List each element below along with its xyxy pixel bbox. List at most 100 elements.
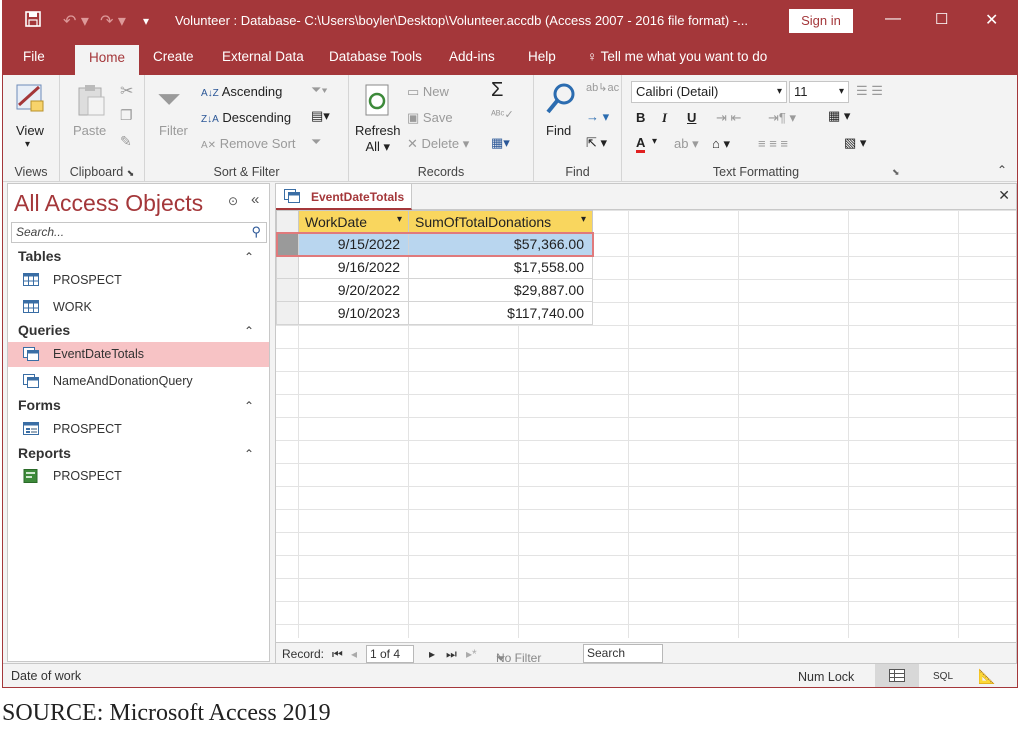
collapse-reports-icon[interactable]: ⌃	[244, 447, 254, 461]
tab-external-data[interactable]: External Data	[222, 49, 304, 64]
save-record-button[interactable]: ▣ Save	[407, 110, 453, 126]
collapse-ribbon-icon[interactable]: ⌃	[997, 163, 1007, 177]
maximize-button[interactable]: ☐	[935, 10, 948, 28]
filter-button[interactable]: Filter	[159, 123, 188, 138]
goto-icon[interactable]: → ▾	[586, 109, 609, 125]
remove-sort-button[interactable]: A✕ Remove Sort	[201, 136, 296, 151]
save-icon[interactable]	[25, 11, 41, 32]
table-row[interactable]: 9/20/2022 $29,887.00	[276, 278, 593, 302]
ascending-button[interactable]: A↓Z Ascending	[201, 84, 282, 99]
cell-sumoftotaldonations[interactable]: $17,558.00	[408, 255, 593, 279]
nav-item-table-work[interactable]: WORK	[8, 295, 269, 320]
cut-icon[interactable]: ✂	[120, 81, 133, 101]
new-record-button[interactable]: ▭ New	[407, 84, 449, 100]
totals-icon[interactable]: Σ	[491, 79, 503, 102]
tab-help[interactable]: Help	[528, 49, 556, 64]
column-header-sumoftotaldonations[interactable]: SumOfTotalDonations ▾	[408, 210, 593, 233]
underline-button[interactable]: U	[687, 110, 696, 125]
nav-pane-title[interactable]: All Access Objects	[14, 190, 203, 217]
toggle-filter-icon[interactable]: ⏷	[311, 134, 321, 150]
current-record-input[interactable]: 1 of 4	[366, 645, 414, 663]
sql-view-button[interactable]: SQL	[933, 671, 953, 682]
record-search-input[interactable]: Search	[583, 644, 663, 663]
cell-sumoftotaldonations[interactable]: $29,887.00	[408, 278, 593, 302]
search-icon[interactable]: ⚲	[251, 224, 261, 240]
close-button[interactable]: ✕	[985, 10, 998, 30]
font-size-select[interactable]: 11 ▾	[789, 81, 849, 103]
table-row[interactable]: 9/15/2022 $57,366.00	[276, 231, 594, 257]
font-name-select[interactable]: Calibri (Detail) ▾	[631, 81, 787, 103]
more-icon[interactable]: ▦▾	[491, 135, 510, 151]
format-painter-icon[interactable]: ✎	[120, 133, 132, 150]
view-button[interactable]: View	[16, 123, 44, 138]
section-queries[interactable]: Queries	[18, 322, 70, 338]
datasheet-view-button[interactable]	[875, 664, 919, 687]
design-view-icon[interactable]: 📐	[978, 668, 995, 685]
bold-button[interactable]: B	[636, 110, 645, 125]
customize-toolbar-icon[interactable]: ▾	[143, 14, 149, 28]
indent-icons[interactable]: ⇥ ⇤	[716, 110, 741, 126]
find-button[interactable]: Find	[546, 123, 571, 138]
tell-me-search[interactable]: ♀ Tell me what you want to do	[587, 49, 767, 64]
highlight-icon[interactable]: ab ▾	[674, 136, 699, 152]
align-icons[interactable]: ≡ ≡ ≡	[758, 136, 788, 151]
table-row[interactable]: 9/10/2023 $117,740.00	[276, 301, 593, 325]
column-dropdown-icon[interactable]: ▾	[397, 214, 402, 225]
cell-workdate[interactable]: 9/20/2022	[298, 278, 409, 302]
row-selector[interactable]	[276, 255, 299, 279]
section-reports[interactable]: Reports	[18, 445, 71, 461]
column-header-workdate[interactable]: WorkDate ▾	[298, 210, 409, 233]
tab-home[interactable]: Home	[75, 45, 140, 75]
nav-item-query-nameanddonationquery[interactable]: NameAndDonationQuery	[8, 369, 269, 394]
selection-filter-icon[interactable]: ⏷▾	[311, 82, 328, 98]
italic-button[interactable]: I	[662, 110, 667, 126]
undo-icon[interactable]: ↶ ▾	[63, 11, 89, 31]
gridlines-icon[interactable]: ▦ ▾	[828, 108, 850, 124]
section-tables[interactable]: Tables	[18, 248, 61, 264]
cell-workdate[interactable]: 9/15/2022	[298, 232, 409, 256]
spelling-icon[interactable]: ᴬᴮᶜ✓	[491, 108, 514, 121]
cell-sumoftotaldonations[interactable]: $57,366.00	[408, 232, 593, 256]
cell-workdate[interactable]: 9/10/2023	[298, 301, 409, 325]
replace-icon[interactable]: ab↳ac	[586, 81, 619, 94]
nav-item-report-prospect[interactable]: PROSPECT	[8, 464, 269, 489]
redo-icon[interactable]: ↷ ▾	[100, 11, 126, 31]
nav-item-table-prospect[interactable]: PROSPECT	[8, 268, 269, 293]
alternate-row-color-icon[interactable]: ▧ ▾	[844, 135, 866, 151]
fill-color-icon[interactable]: ⌂ ▾	[712, 136, 730, 152]
document-tab-eventdatetotals[interactable]: EventDateTotals	[276, 184, 412, 210]
minimize-button[interactable]: —	[885, 10, 901, 28]
collapse-tables-icon[interactable]: ⌃	[244, 250, 254, 264]
collapse-queries-icon[interactable]: ⌃	[244, 324, 254, 338]
tab-database-tools[interactable]: Database Tools	[329, 49, 422, 64]
select-icon[interactable]: ⇱ ▾	[586, 135, 607, 151]
last-record-icon[interactable]: ⏭	[446, 647, 457, 662]
row-selector[interactable]	[276, 232, 299, 256]
copy-icon[interactable]: ❐	[120, 107, 133, 124]
row-selector[interactable]	[276, 301, 299, 325]
nav-item-form-prospect[interactable]: PROSPECT	[8, 417, 269, 442]
row-selector[interactable]	[276, 278, 299, 302]
previous-record-icon[interactable]: ◂	[351, 647, 357, 661]
new-record-nav-icon[interactable]: ▸*	[466, 647, 477, 661]
view-icon[interactable]	[13, 81, 49, 118]
shutter-bar-icon[interactable]: «	[251, 191, 259, 208]
cell-sumoftotaldonations[interactable]: $117,740.00	[408, 301, 593, 325]
column-dropdown-icon[interactable]: ▾	[581, 214, 586, 225]
delete-record-button[interactable]: ✕ Delete ▾	[407, 136, 469, 152]
next-record-icon[interactable]: ▸	[429, 647, 435, 661]
cell-workdate[interactable]: 9/16/2022	[298, 255, 409, 279]
descending-button[interactable]: Z↓A Descending	[201, 110, 291, 125]
font-color-dropdown[interactable]: ▾	[652, 136, 657, 147]
close-document-icon[interactable]: ✕	[998, 187, 1010, 204]
nav-item-query-eventdatetotals[interactable]: EventDateTotals	[8, 342, 269, 367]
nav-menu-icon[interactable]: ⊙	[228, 194, 238, 208]
tab-file[interactable]: File	[23, 49, 45, 64]
dialog-launcher-icon[interactable]: ⬊	[892, 167, 900, 178]
font-color-icon[interactable]: A	[636, 136, 646, 153]
nav-search-input[interactable]: Search... ⚲	[11, 222, 267, 243]
view-dropdown-icon[interactable]: ▾	[25, 139, 30, 150]
sign-in-button[interactable]: Sign in	[789, 9, 853, 33]
section-forms[interactable]: Forms	[18, 397, 61, 413]
refresh-all-button[interactable]: Refresh All ▾	[355, 123, 401, 155]
